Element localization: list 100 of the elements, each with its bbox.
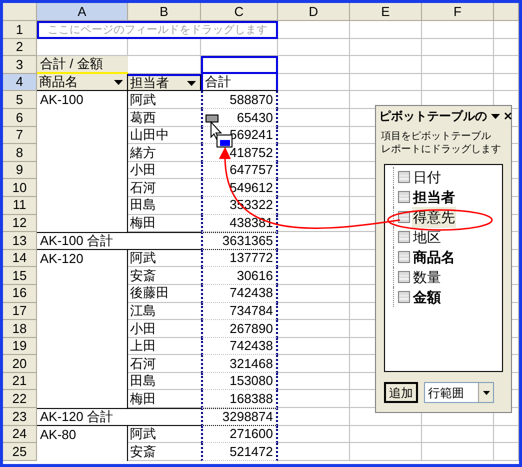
- add-button[interactable]: 追加: [384, 382, 418, 403]
- table-cell: 3631365: [201, 232, 278, 250]
- field-button[interactable]: 商品名: [37, 74, 128, 92]
- table-cell: 30616: [201, 267, 278, 285]
- empty-cell[interactable]: [494, 38, 519, 56]
- table-cell: 後藤田: [128, 284, 201, 302]
- table-cell: 153080: [201, 372, 278, 390]
- empty-cell[interactable]: [494, 74, 519, 92]
- row-header[interactable]: 14: [3, 250, 37, 268]
- table-cell: 3298874: [201, 408, 278, 426]
- data-field-label[interactable]: 合計 / 金額: [37, 56, 128, 74]
- row-header[interactable]: 17: [3, 302, 37, 320]
- table-cell: AK-80: [37, 426, 128, 444]
- column-header[interactable]: E: [350, 3, 422, 21]
- table-cell: 田島: [128, 372, 201, 390]
- field-item[interactable]: 商品名: [412, 246, 456, 268]
- row-header[interactable]: 6: [3, 108, 37, 127]
- close-icon[interactable]: [504, 111, 512, 121]
- empty-cell[interactable]: [350, 443, 422, 461]
- row-header[interactable]: 7: [3, 126, 37, 144]
- empty-cell[interactable]: [128, 38, 201, 56]
- row-header[interactable]: 2: [3, 38, 37, 56]
- table-cell: 438381: [201, 214, 278, 232]
- empty-cell[interactable]: [350, 38, 422, 56]
- table-cell: 小田: [128, 162, 201, 180]
- column-header[interactable]: F: [422, 3, 494, 21]
- row-header[interactable]: 25: [3, 443, 37, 461]
- empty-cell[interactable]: [201, 56, 278, 74]
- table-cell: 137772: [201, 250, 278, 268]
- row-header[interactable]: 13: [3, 232, 37, 250]
- empty-cell[interactable]: [278, 74, 350, 92]
- empty-cell[interactable]: [350, 426, 422, 444]
- row-header[interactable]: 16: [3, 284, 37, 302]
- row-header[interactable]: 4: [3, 74, 37, 92]
- field-item[interactable]: 数量: [412, 266, 442, 288]
- row-header[interactable]: 5: [3, 91, 37, 109]
- empty-cell[interactable]: [278, 56, 350, 74]
- field-button[interactable]: 担当者: [128, 74, 201, 92]
- row-header[interactable]: 11: [3, 196, 37, 215]
- field-item[interactable]: 担当者: [412, 186, 456, 208]
- row-header[interactable]: 10: [3, 179, 37, 197]
- table-cell: 安斎: [128, 267, 201, 285]
- column-header[interactable]: A: [37, 3, 128, 21]
- table-cell: 阿武: [128, 250, 201, 268]
- row-header[interactable]: 18: [3, 320, 37, 338]
- row-header[interactable]: 21: [3, 372, 37, 390]
- row-header[interactable]: 23: [3, 408, 37, 426]
- row-header[interactable]: 8: [3, 144, 37, 162]
- column-header[interactable]: B: [128, 3, 201, 21]
- dropdown-icon[interactable]: [478, 383, 493, 402]
- row-header[interactable]: 15: [3, 267, 37, 285]
- field-icon: [398, 251, 410, 263]
- empty-cell[interactable]: [278, 38, 350, 56]
- row-header[interactable]: 22: [3, 390, 37, 408]
- field-icon: [398, 231, 410, 243]
- select-all-corner[interactable]: [3, 3, 37, 21]
- empty-cell[interactable]: [422, 21, 494, 39]
- empty-cell[interactable]: [278, 21, 350, 39]
- table-cell: 742438: [201, 338, 278, 356]
- empty-cell[interactable]: [422, 74, 494, 92]
- empty-cell[interactable]: [422, 426, 494, 444]
- column-header[interactable]: [494, 3, 519, 21]
- empty-cell[interactable]: [494, 426, 519, 444]
- area-dropdown[interactable]: 行範囲: [424, 382, 494, 403]
- row-header[interactable]: 1: [3, 21, 37, 39]
- row-header[interactable]: 20: [3, 355, 37, 373]
- row-header[interactable]: 12: [3, 214, 37, 232]
- table-cell: 阿武: [128, 91, 201, 109]
- row-header[interactable]: 3: [3, 56, 37, 74]
- row-header[interactable]: 19: [3, 338, 37, 356]
- empty-cell[interactable]: [350, 21, 422, 39]
- instructions-text: レポートにドラッグします: [381, 143, 502, 156]
- column-header[interactable]: D: [278, 3, 350, 21]
- row-header[interactable]: 9: [3, 162, 37, 180]
- empty-cell[interactable]: [494, 56, 519, 74]
- table-cell: 緒方: [128, 144, 201, 162]
- column-header[interactable]: C: [201, 3, 278, 21]
- empty-cell[interactable]: [422, 443, 494, 461]
- table-cell: 上田: [128, 338, 201, 356]
- field-item[interactable]: 日付: [412, 166, 442, 188]
- table-cell: AK-120: [37, 250, 128, 268]
- dropdown-icon[interactable]: [491, 111, 500, 121]
- empty-cell[interactable]: [422, 56, 494, 74]
- empty-cell[interactable]: [201, 38, 278, 56]
- table-cell: 阿武: [128, 426, 201, 444]
- table-cell: 271600: [201, 426, 278, 444]
- table-cell: 742438: [201, 284, 278, 302]
- field-item[interactable]: 得意先: [412, 206, 456, 228]
- row-header[interactable]: 24: [3, 426, 37, 444]
- table-cell: 588870: [201, 91, 278, 109]
- table-cell: 安斎: [128, 443, 201, 461]
- field-item[interactable]: 金額: [412, 286, 442, 308]
- empty-cell[interactable]: [494, 443, 519, 461]
- table-cell: 小田: [128, 320, 201, 338]
- field-item[interactable]: 地区: [412, 226, 442, 248]
- empty-cell[interactable]: [350, 74, 422, 92]
- empty-cell[interactable]: [494, 21, 519, 39]
- empty-cell[interactable]: [350, 56, 422, 74]
- empty-cell[interactable]: [422, 38, 494, 56]
- window-title: ピボットテーブルの: [379, 108, 487, 125]
